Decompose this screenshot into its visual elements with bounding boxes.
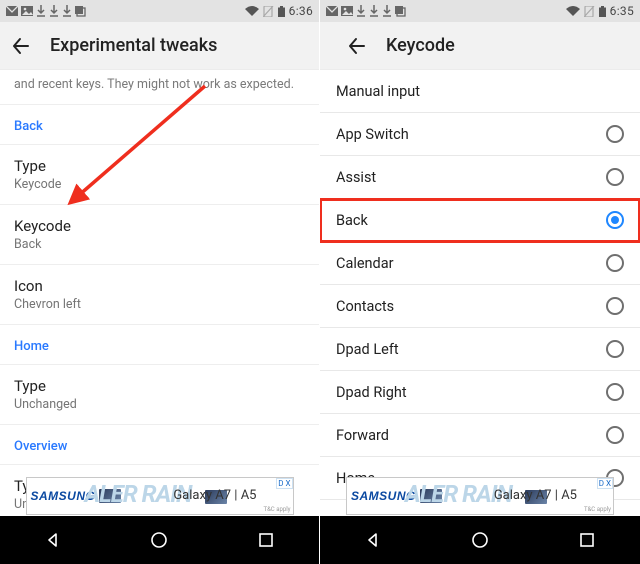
back-button[interactable] (344, 34, 368, 58)
ad-choices-icon[interactable]: D X (276, 478, 292, 489)
no-sim-icon (584, 6, 595, 17)
section-home-label: Home (0, 325, 319, 364)
stack-icon (395, 5, 407, 17)
pref-back-icon[interactable]: Icon Chevron left (0, 265, 319, 325)
nav-recents-button[interactable] (236, 516, 296, 564)
gmail-icon (326, 5, 338, 17)
ad-banner[interactable]: SAMSUNG ALER RAIN Galaxy A7 | A5 D X T&C… (0, 476, 319, 516)
navigation-bar (320, 516, 640, 564)
status-left-icons (326, 5, 407, 17)
option-label: Contacts (336, 298, 394, 315)
option-label: Dpad Left (336, 341, 399, 358)
option-label: Dpad Right (336, 384, 407, 401)
phone-right: 6:35 Keycode Manual input App Switch Assis… (320, 0, 640, 564)
status-left-icons (6, 5, 87, 17)
battery-icon (278, 6, 285, 17)
option-label: Forward (336, 427, 389, 444)
download-icon (382, 5, 392, 17)
download-icon (36, 5, 46, 17)
option-label: Assist (336, 169, 376, 186)
arrow-back-icon (346, 36, 366, 56)
radio-icon[interactable] (606, 125, 624, 143)
radio-icon[interactable] (606, 426, 624, 444)
pref-back-type[interactable]: Type Keycode (0, 144, 319, 205)
keycode-option-app-switch[interactable]: App Switch (320, 113, 640, 156)
page-title: Keycode (386, 35, 455, 56)
triangle-back-icon (44, 531, 62, 549)
page-title: Experimental tweaks (50, 35, 217, 56)
nav-home-button[interactable] (450, 516, 510, 564)
option-label: Back (336, 212, 368, 229)
circle-home-icon (149, 530, 169, 550)
download-icon (49, 5, 59, 17)
ad-banner[interactable]: SAMSUNG ALER RAIN Galaxy A7 | A5 D X T&C… (320, 476, 640, 516)
pref-home-type[interactable]: Type Unchanged (0, 364, 319, 425)
image-icon (21, 5, 33, 17)
description-text: and recent keys. They might not work as … (0, 70, 319, 105)
keycode-option-back[interactable]: Back (320, 199, 640, 242)
stack-icon (75, 5, 87, 17)
download-icon (369, 5, 379, 17)
back-button[interactable] (8, 34, 32, 58)
radio-icon[interactable] (606, 297, 624, 315)
triangle-back-icon (364, 531, 382, 549)
radio-icon[interactable] (606, 383, 624, 401)
nav-recents-button[interactable] (557, 516, 617, 564)
phone-left: 6:36 Experimental tweaks and recent keys… (0, 0, 320, 564)
square-recents-icon (257, 531, 275, 549)
image-icon (341, 5, 353, 17)
battery-icon (599, 6, 606, 17)
navigation-bar (0, 516, 319, 564)
keycode-option-contacts[interactable]: Contacts (320, 285, 640, 328)
keycode-option-forward[interactable]: Forward (320, 414, 640, 457)
keycode-option-dpad-right[interactable]: Dpad Right (320, 371, 640, 414)
ad-choices-icon[interactable]: D X (597, 478, 613, 489)
nav-back-button[interactable] (343, 516, 403, 564)
keycode-option-calendar[interactable]: Calendar (320, 242, 640, 285)
wifi-icon (245, 6, 259, 17)
square-recents-icon (578, 531, 596, 549)
status-bar: 6:35 (320, 0, 640, 22)
radio-icon[interactable] (606, 340, 624, 358)
section-back-label: Back (0, 105, 319, 144)
status-time: 6:36 (289, 4, 313, 18)
keycode-option-manual-input[interactable]: Manual input (320, 70, 640, 113)
pref-back-keycode[interactable]: Keycode Back (0, 205, 319, 265)
download-icon (356, 5, 366, 17)
keycode-option-assist[interactable]: Assist (320, 156, 640, 199)
status-bar: 6:36 (0, 0, 319, 22)
radio-icon[interactable] (606, 254, 624, 272)
nav-home-button[interactable] (129, 516, 189, 564)
no-sim-icon (263, 6, 274, 17)
app-bar: Experimental tweaks (0, 22, 319, 70)
radio-icon[interactable] (606, 211, 624, 229)
nav-back-button[interactable] (23, 516, 83, 564)
download-icon (62, 5, 72, 17)
app-bar: Keycode (320, 22, 640, 70)
circle-home-icon (470, 530, 490, 550)
arrow-back-icon (10, 36, 30, 56)
gmail-icon (6, 5, 18, 17)
option-label: Manual input (336, 83, 420, 100)
wifi-icon (566, 6, 580, 17)
section-overview-label: Overview (0, 425, 319, 464)
option-label: App Switch (336, 126, 409, 143)
option-label: Calendar (336, 255, 394, 272)
status-time: 6:35 (610, 4, 634, 18)
radio-icon[interactable] (606, 168, 624, 186)
keycode-option-dpad-left[interactable]: Dpad Left (320, 328, 640, 371)
